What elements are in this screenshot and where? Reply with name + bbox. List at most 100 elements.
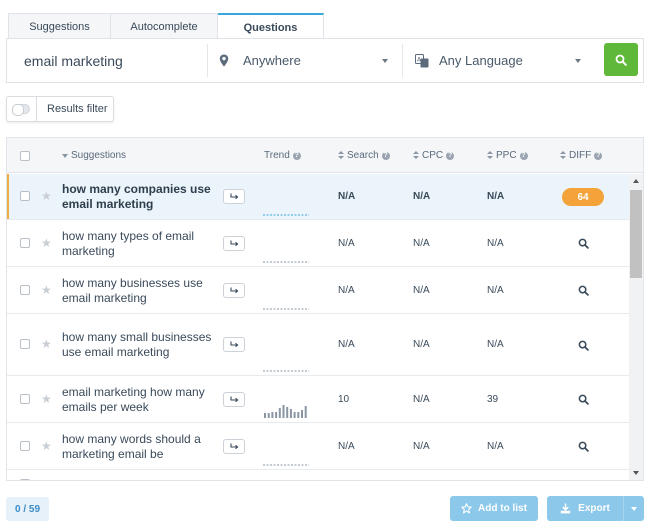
trend-bar (289, 409, 292, 418)
trend-bar (293, 412, 296, 418)
keyword-text: email marketing how many emails per week (62, 384, 205, 414)
cpc-value: N/A (413, 284, 430, 296)
trend-bar (304, 406, 307, 418)
search-icon[interactable] (578, 340, 589, 351)
export-button-group: Export (547, 496, 644, 521)
return-arrow-icon (229, 443, 238, 449)
ppc-value: N/A (487, 440, 504, 452)
scrollbar[interactable] (629, 174, 643, 480)
search-volume: N/A (338, 339, 355, 350)
open-keyword-button[interactable] (223, 337, 245, 352)
location-select[interactable]: Anywhere (207, 39, 402, 82)
open-keyword-button[interactable] (223, 391, 245, 407)
column-ppc[interactable]: PPC ? (487, 138, 528, 173)
keyword-text: how many types of email marketing (62, 228, 195, 258)
row-checkbox[interactable] (20, 393, 30, 404)
select-all-checkbox[interactable] (20, 150, 30, 161)
tab-suggestions[interactable]: Suggestions (8, 13, 111, 39)
trend-chart (263, 478, 309, 480)
star-icon[interactable]: ★ (41, 439, 52, 453)
trend-bar (271, 412, 274, 418)
tab-autocomplete[interactable]: Autocomplete (111, 13, 218, 39)
column-diff[interactable]: DIFF ? (560, 138, 603, 173)
search-volume: 10 (338, 393, 350, 405)
open-keyword-button[interactable] (223, 189, 245, 204)
selection-count: 0 / 59 (6, 497, 49, 521)
column-search[interactable]: Search ? (338, 138, 390, 173)
divider (36, 96, 37, 122)
star-icon[interactable]: ★ (41, 392, 52, 406)
help-icon[interactable]: ? (594, 151, 603, 160)
row-checkbox[interactable] (20, 284, 30, 295)
star-icon[interactable]: ★ (41, 337, 52, 351)
sort-icon (487, 151, 493, 160)
export-button[interactable]: Export (547, 496, 623, 521)
ppc-value: 39 (487, 393, 499, 405)
row-checkbox[interactable] (20, 479, 30, 480)
return-arrow-icon (229, 287, 238, 293)
search-button[interactable] (604, 43, 638, 76)
ppc-value: N/A (487, 237, 504, 249)
trend-chart (263, 198, 309, 216)
help-icon[interactable]: ? (292, 151, 301, 160)
difficulty-badge[interactable]: 64 (562, 188, 604, 206)
table-row[interactable]: ★ how many small businesses use email mar… (7, 314, 629, 376)
help-icon[interactable]: ? (519, 151, 528, 160)
cpc-value: N/A (413, 393, 430, 405)
return-arrow-icon (229, 193, 238, 200)
search-volume: N/A (338, 191, 356, 202)
keyword-text: how many words should a marketing email … (62, 431, 201, 461)
table-row[interactable]: ★ how marketing email works (7, 470, 629, 480)
add-to-list-label: Add to list (478, 503, 527, 514)
keyword-input[interactable]: email marketing (7, 39, 207, 82)
chevron-down-icon (575, 59, 581, 63)
chevron-down-icon (382, 59, 388, 63)
search-icon[interactable] (578, 394, 589, 405)
open-keyword-button[interactable] (223, 282, 245, 298)
export-label: Export (578, 503, 610, 514)
open-keyword-button[interactable] (223, 235, 245, 251)
column-suggestions[interactable]: Suggestions (62, 138, 126, 173)
star-icon[interactable]: ★ (41, 283, 52, 297)
row-checkbox[interactable] (20, 339, 30, 349)
add-to-list-button[interactable]: Add to list (450, 496, 538, 521)
scrollbar-thumb[interactable] (630, 190, 642, 278)
search-icon[interactable] (578, 238, 589, 249)
row-checkbox[interactable] (20, 440, 30, 451)
scroll-up-icon[interactable] (633, 179, 639, 183)
ppc-value: N/A (487, 339, 504, 350)
column-label: Suggestions (71, 150, 127, 161)
search-icon[interactable] (578, 441, 589, 452)
tab-bar: Suggestions Autocomplete Questions (8, 13, 324, 40)
table-row[interactable]: ★ how many words should a marketing email… (7, 423, 629, 470)
table-row[interactable]: ★ how many types of email marketing N/A N/A… (7, 220, 629, 267)
trend-bar (264, 413, 266, 418)
cpc-value: N/A (413, 440, 430, 452)
search-icon[interactable] (578, 285, 589, 296)
difficulty-cell (562, 391, 604, 409)
column-trend[interactable]: Trend ? (264, 138, 301, 173)
table-row[interactable]: ★ how many companies use email marketing N… (7, 174, 629, 220)
export-menu-button[interactable] (624, 496, 644, 521)
help-icon[interactable]: ? (446, 151, 455, 160)
star-icon[interactable]: ★ (41, 477, 52, 480)
table-row[interactable]: ★ email marketing how many emails per wee… (7, 376, 629, 423)
help-icon[interactable]: ? (381, 151, 390, 160)
tab-questions[interactable]: Questions (218, 13, 324, 40)
star-icon[interactable]: ★ (41, 236, 52, 250)
return-arrow-icon (229, 341, 238, 348)
table-row[interactable]: ★ how many businesses use email marketing… (7, 267, 629, 314)
scroll-down-icon[interactable] (633, 471, 639, 475)
star-icon[interactable]: ★ (41, 189, 52, 203)
sort-icon (338, 151, 344, 160)
difficulty-cell (562, 438, 604, 456)
trend-chart (263, 401, 309, 419)
open-keyword-button[interactable] (223, 438, 245, 454)
row-checkbox[interactable] (20, 191, 30, 201)
results-filter-button[interactable]: Results filter (6, 96, 114, 122)
results-filter-toggle[interactable] (12, 104, 30, 116)
trend-bar (282, 405, 285, 418)
language-select[interactable]: A Any Language (403, 39, 595, 82)
row-checkbox[interactable] (20, 237, 30, 248)
column-cpc[interactable]: CPC ? (413, 138, 455, 173)
